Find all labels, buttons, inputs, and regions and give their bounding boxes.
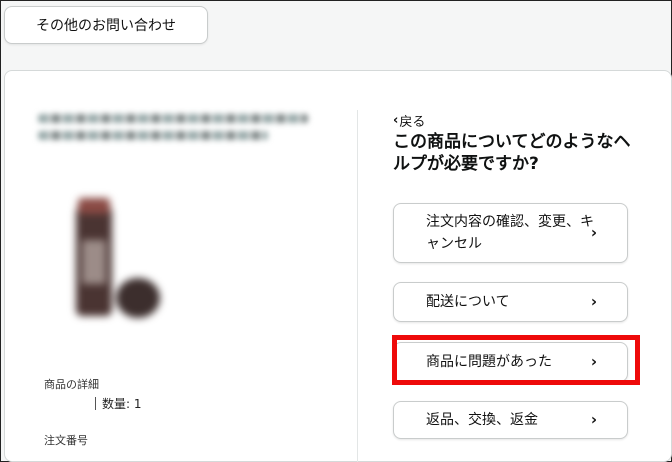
back-label: 戻る	[399, 115, 426, 130]
product-ball-shape	[116, 278, 160, 318]
help-question-title: この商品についてどのようなヘルプが必要ですか?	[393, 132, 631, 174]
product-cap-shape	[78, 198, 110, 214]
option-order-confirm-change-cancel[interactable]: 注文内容の確認、変更、キャンセル ›	[393, 203, 628, 263]
option-label: 商品に問題があった	[426, 354, 552, 370]
quantity-text: 数量: 1	[102, 397, 142, 411]
option-label: 配送について	[426, 294, 510, 310]
chevron-left-icon: ‹	[393, 113, 399, 128]
option-label: 注文内容の確認、変更、キャンセル	[426, 214, 594, 252]
blurred-product-title	[38, 110, 318, 156]
chevron-right-icon: ›	[590, 223, 597, 242]
back-link[interactable]: ‹ 戻る	[393, 111, 425, 130]
product-detail-label: 商品の詳細	[44, 378, 99, 391]
column-divider	[357, 110, 358, 462]
chevron-right-icon: ›	[590, 410, 597, 429]
product-label-shape	[82, 240, 106, 284]
product-image	[66, 196, 176, 326]
quantity: 数量: 1	[95, 395, 142, 412]
option-return-exchange-refund[interactable]: 返品、交換、返金 ›	[393, 401, 628, 439]
option-delivery[interactable]: 配送について ›	[393, 282, 628, 322]
quantity-divider	[95, 397, 96, 410]
other-inquiry-label: その他のお問い合わせ	[36, 18, 176, 34]
order-number-label: 注文番号	[44, 434, 88, 447]
option-product-problem[interactable]: 商品に問題があった ›	[393, 342, 628, 382]
option-label: 返品、交換、返金	[426, 412, 538, 428]
chevron-right-icon: ›	[590, 292, 597, 311]
other-inquiry-button[interactable]: その他のお問い合わせ	[4, 6, 208, 44]
chevron-right-icon: ›	[590, 352, 597, 371]
